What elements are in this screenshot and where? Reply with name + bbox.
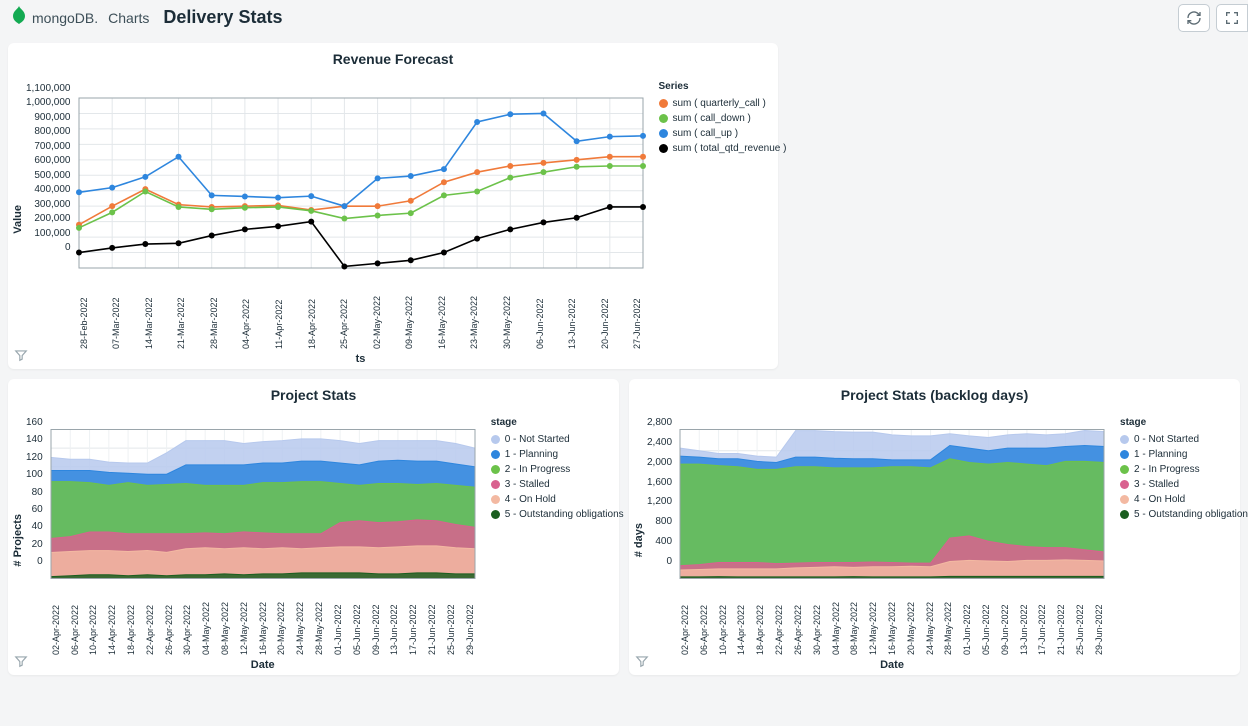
x-ticks: 02-Apr-202206-Apr-202210-Apr-202214-Apr-… [680, 602, 1104, 655]
header-bar: mongoDB. Charts Delivery Stats [0, 0, 1248, 35]
refresh-button[interactable] [1178, 4, 1210, 32]
dashboard: Revenue Forecast Value 1,100,0001,000,00… [0, 35, 1248, 683]
y-axis-label: # Projects [12, 514, 24, 567]
x-ticks: 02-Apr-202206-Apr-202210-Apr-202214-Apr-… [51, 602, 475, 655]
mongodb-leaf-icon [12, 6, 26, 29]
chart-plot [672, 409, 1112, 599]
chart-title: Project Stats (backlog days) [629, 379, 1240, 403]
x-ticks: 28-Feb-202207-Mar-202214-Mar-202221-Mar-… [79, 296, 643, 349]
fullscreen-button[interactable] [1216, 4, 1248, 32]
chart-card-revenue: Revenue Forecast Value 1,100,0001,000,00… [8, 43, 778, 369]
chart-title: Revenue Forecast [8, 43, 778, 67]
filter-icon[interactable] [635, 654, 649, 671]
y-axis-label: # days [633, 523, 645, 557]
legend: Seriessum ( quarterly_call )sum ( call_d… [651, 73, 795, 162]
x-axis-label: ts [71, 353, 651, 365]
y-ticks: 160140120100806040200 [26, 417, 43, 567]
legend: stage0 - Not Started1 - Planning2 - In P… [1112, 409, 1248, 528]
chart-title: Project Stats [8, 379, 619, 403]
filter-icon[interactable] [14, 654, 28, 671]
brand: mongoDB. Charts [12, 6, 149, 29]
legend: stage0 - Not Started1 - Planning2 - In P… [483, 409, 632, 528]
brand-text: mongoDB. [32, 10, 98, 26]
y-ticks: 2,8002,4002,0001,6001,2008004000 [647, 417, 672, 567]
brand-sub: Charts [108, 10, 149, 26]
chart-plot [43, 409, 483, 599]
y-axis-label: Value [12, 205, 24, 234]
filter-icon[interactable] [14, 348, 28, 365]
chart-card-project-stats: Project Stats # Projects 160140120100806… [8, 379, 619, 675]
chart-plot [71, 73, 651, 293]
page-title: Delivery Stats [163, 7, 282, 28]
chart-card-backlog-days: Project Stats (backlog days) # days 2,80… [629, 379, 1240, 675]
x-axis-label: Date [43, 659, 483, 671]
x-axis-label: Date [672, 659, 1112, 671]
y-ticks: 1,100,0001,000,000900,000800,000700,0006… [26, 83, 71, 253]
